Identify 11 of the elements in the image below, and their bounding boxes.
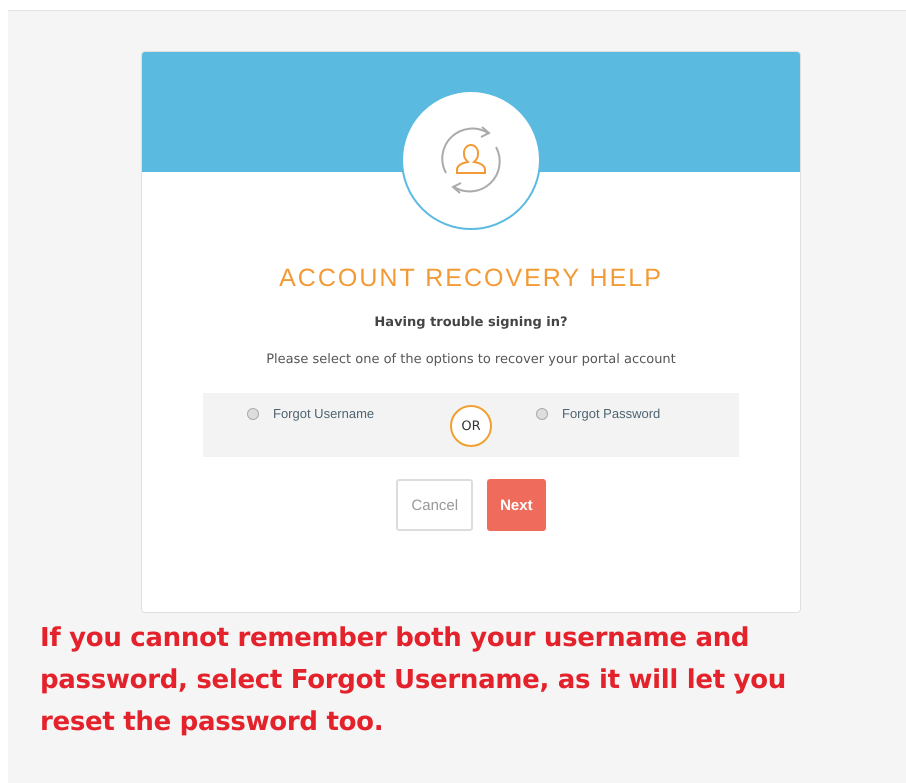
next-button[interactable]: Next — [487, 479, 546, 531]
instructions: Please select one of the options to recover your portal account — [266, 352, 676, 367]
or-separator: OR — [450, 405, 492, 447]
subtitle: Having trouble signing in? — [374, 315, 568, 330]
cancel-button[interactable]: Cancel — [396, 479, 474, 531]
radio-button[interactable] — [247, 408, 259, 420]
card-title: ACCOUNT RECOVERY HELP — [279, 264, 663, 293]
option-label[interactable]: Forgot Password — [562, 406, 660, 421]
option-label[interactable]: Forgot Username — [273, 406, 374, 421]
radio-button[interactable] — [536, 408, 548, 420]
help-note: If you cannot remember both your username and password, select Forgot Username, as it will let you reset the password too. — [40, 622, 788, 739]
